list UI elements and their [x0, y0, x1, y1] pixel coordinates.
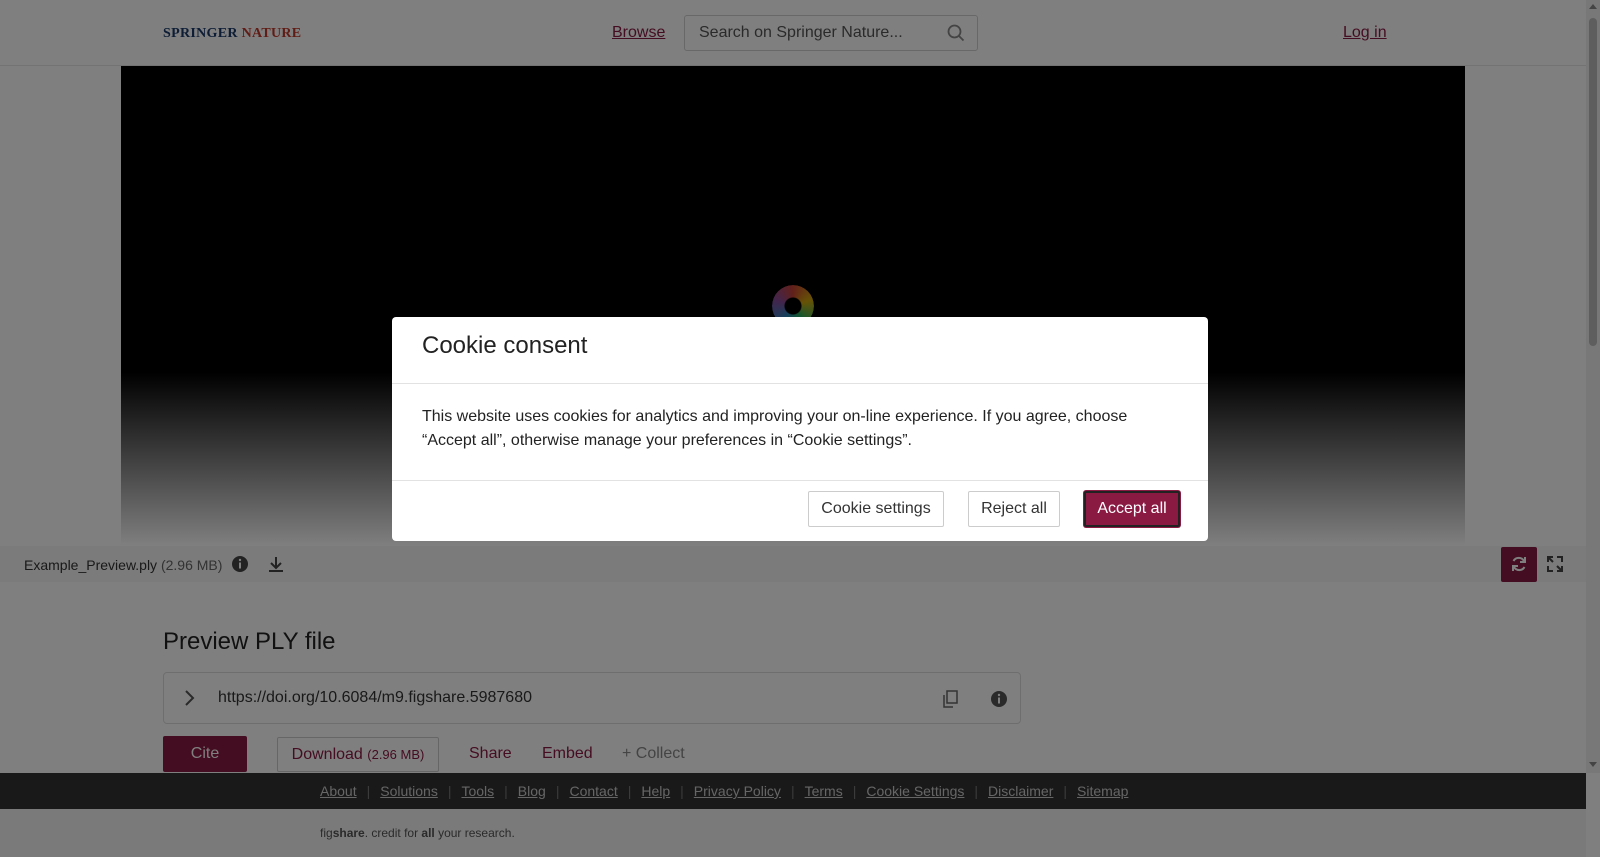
dialog-header: Cookie consent [392, 317, 1208, 384]
dialog-body: This website uses cookies for analytics … [392, 384, 1208, 481]
reject-all-button[interactable]: Reject all [968, 491, 1060, 527]
accept-all-button[interactable]: Accept all [1084, 491, 1180, 527]
dialog-footer: Cookie settings Reject all Accept all [392, 481, 1208, 540]
cookie-consent-dialog: Cookie consent This website uses cookies… [392, 317, 1208, 541]
cookie-settings-button[interactable]: Cookie settings [808, 491, 944, 527]
dialog-message: This website uses cookies for analytics … [422, 408, 1128, 449]
dialog-title: Cookie consent [422, 332, 588, 359]
